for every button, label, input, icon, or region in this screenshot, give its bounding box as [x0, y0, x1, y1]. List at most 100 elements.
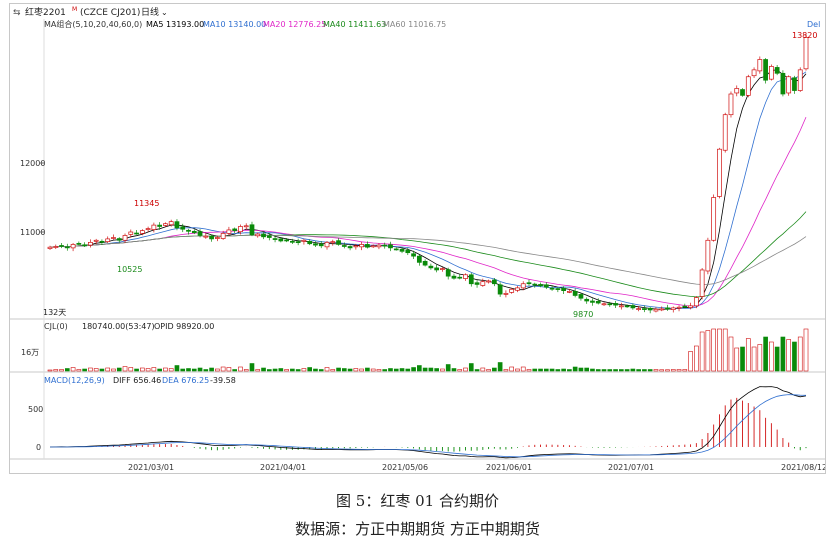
macd-legend-title[interactable]: MACD(12,26,9)	[44, 376, 105, 385]
annotation-high-13820: 13820	[792, 31, 817, 40]
volume-bar	[676, 369, 682, 372]
volume-bar	[492, 367, 497, 372]
volume-bar	[445, 364, 451, 372]
volume-bar	[520, 366, 526, 372]
candle-body	[797, 69, 803, 91]
candle-body	[393, 248, 399, 251]
ma-legend-title[interactable]: MA组合(5,10,20,40,60,0)	[44, 19, 142, 29]
candle-body	[318, 243, 324, 247]
candle-body	[491, 279, 497, 285]
volume-bar	[630, 368, 636, 372]
volume-bar	[370, 368, 376, 372]
volume-bar	[763, 336, 768, 372]
annotation-high-11345: 11345	[134, 199, 159, 208]
volume-bar	[342, 368, 347, 372]
date-tick-1: 2021/03/01	[128, 463, 174, 472]
volume-bar	[440, 368, 445, 372]
candle-body	[705, 239, 711, 272]
corner-label[interactable]: Del	[807, 20, 820, 29]
figure-caption: 图 5：红枣 01 合约期价	[336, 492, 499, 510]
candle-body	[584, 298, 590, 302]
source-caption: 数据源：方正中期期货 方正中期期货	[295, 520, 540, 538]
volume-bar	[665, 369, 670, 372]
candle-body	[180, 226, 186, 230]
vol-tick: 16万	[21, 348, 39, 357]
volume-bar	[191, 368, 197, 372]
kline-chart[interactable]: ⇆ 红枣2201 M (CZCE CJ201) 日线 ⌄ MA组合(5,10,2…	[10, 4, 825, 473]
candle-body	[163, 223, 168, 226]
candle-body	[214, 237, 220, 239]
volume-bar	[509, 366, 514, 372]
volume-bar	[232, 369, 237, 372]
volume-bar	[140, 367, 145, 372]
instrument-sup: M	[72, 6, 77, 13]
volume-bar	[220, 366, 226, 372]
volume-bar	[503, 369, 509, 372]
candle-body	[191, 230, 197, 234]
chevron-down-icon[interactable]: ⌄	[161, 8, 168, 17]
date-tick-5: 2021/07/01	[608, 463, 654, 472]
candle-body	[774, 67, 780, 74]
candle-body	[457, 276, 463, 279]
candle-body	[376, 244, 382, 248]
volume-bar	[526, 369, 532, 372]
volume-bar	[215, 368, 220, 372]
macd-dea-value: DEA 676.25	[162, 376, 209, 385]
volume-bar	[417, 365, 422, 372]
volume-bar	[313, 368, 318, 372]
volume-bar	[572, 366, 578, 372]
candle-body	[416, 255, 422, 263]
candle-body	[699, 269, 705, 297]
chart-frame[interactable]: ⇆ 红枣2201 M (CZCE CJ201) 日线 ⌄ MA组合(5,10,2…	[9, 3, 826, 474]
volume-bar	[769, 341, 774, 372]
candle-body	[451, 275, 457, 279]
macd-dea-line	[50, 394, 807, 458]
volume-bar	[428, 367, 434, 372]
instrument-name[interactable]: 红枣2201	[25, 6, 66, 18]
volume-bar	[295, 369, 301, 372]
candle-body	[665, 307, 670, 310]
volume-bar	[682, 369, 688, 372]
candle-body	[618, 305, 624, 308]
candle-body	[642, 308, 647, 310]
volume-bar	[163, 367, 168, 372]
volume-bar	[347, 368, 353, 372]
volume-bar	[480, 367, 486, 372]
volume-bar	[301, 368, 307, 372]
candle-body	[486, 280, 491, 283]
volume-bar	[307, 367, 313, 372]
candle-body	[290, 240, 295, 243]
candle-body	[139, 230, 145, 234]
volume-bar	[278, 368, 284, 372]
candle-body	[468, 274, 474, 285]
candle-body	[330, 241, 336, 244]
candle-body	[255, 233, 261, 237]
volume-bar	[745, 338, 751, 372]
candle-body	[203, 235, 209, 238]
candle-body	[740, 89, 745, 96]
instrument-icon[interactable]: ⇆	[13, 8, 21, 18]
volume-bar	[93, 368, 99, 372]
volume-bar	[157, 368, 162, 372]
volume-bar	[774, 346, 780, 372]
volume-bar	[590, 368, 595, 372]
volume-bar	[145, 368, 151, 372]
vol-legend-title[interactable]: CJL(0)	[44, 322, 68, 331]
candle-body	[717, 148, 722, 197]
candle-body	[93, 239, 99, 242]
candle-body	[567, 290, 572, 293]
volume-bar	[474, 369, 480, 372]
period-selector[interactable]: 日线	[141, 6, 159, 18]
candle-body	[590, 300, 595, 303]
candle-body	[64, 246, 70, 249]
candle-body	[295, 241, 301, 244]
volume-bar	[549, 368, 555, 372]
candle-body	[324, 242, 330, 248]
volume-bar	[613, 369, 618, 372]
candle-body	[503, 293, 509, 295]
volume-bar	[405, 368, 411, 372]
candle-body	[128, 231, 134, 235]
candle-body	[653, 308, 659, 312]
volume-bar	[751, 346, 757, 372]
volume-bar	[353, 368, 359, 372]
